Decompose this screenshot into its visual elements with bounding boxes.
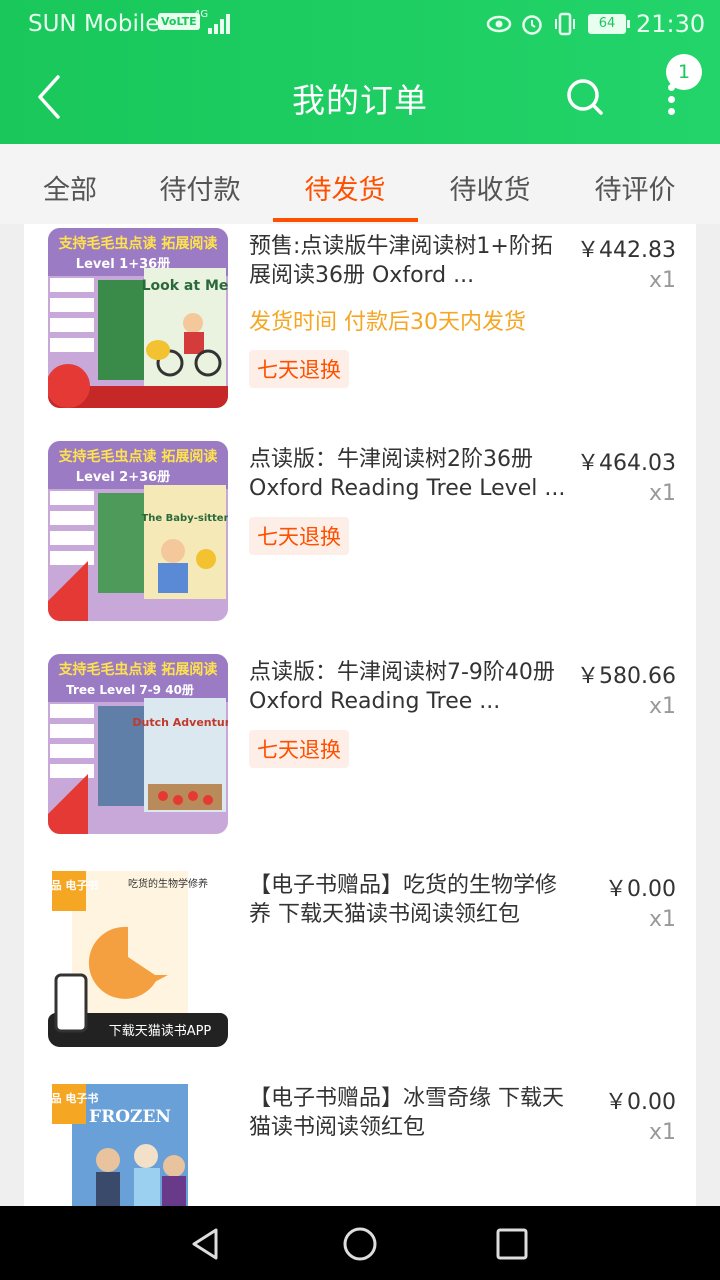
return-policy-tag: 七天退换 xyxy=(249,730,349,768)
product-thumbnail[interactable]: 支持毛毛虫点读 拓展阅读 Tree Level 7-9 40册 Dutch Ad… xyxy=(48,654,228,834)
signal-icon xyxy=(208,14,232,34)
list-item[interactable]: 支持毛毛虫点读 拓展阅读 Level 2+36册 The Baby-sitter… xyxy=(24,437,696,650)
app-header: SUN Mobile VoLTE 4G 64 21:30 我的订单 1 xyxy=(0,0,720,144)
list-item[interactable]: 支持毛毛虫点读 拓展阅读 Level 1+36册 Look at Me 预售:点… xyxy=(24,224,696,437)
shipping-note: 发货时间 付款后30天内发货 xyxy=(249,310,526,335)
thumb-badge: 赠品 电子书 xyxy=(48,878,98,892)
product-quantity: x1 xyxy=(648,907,676,932)
order-list: 支持毛毛虫点读 拓展阅读 Level 1+36册 Look at Me 预售:点… xyxy=(24,224,696,1206)
product-title[interactable]: 【电子书赠品】吃货的生物学修养 下载天猫读书阅读领红包 xyxy=(249,871,569,929)
product-quantity: x1 xyxy=(648,694,676,719)
product-thumbnail[interactable]: 支持毛毛虫点读 拓展阅读 Level 1+36册 Look at Me xyxy=(48,228,228,408)
product-quantity: x1 xyxy=(648,1120,676,1145)
page-title: 我的订单 xyxy=(292,81,428,120)
search-icon xyxy=(567,79,603,115)
product-title[interactable]: 点读版：牛津阅读树2阶36册 Oxford Reading Tree Level… xyxy=(249,445,569,503)
product-price: ￥0.00 xyxy=(605,877,676,902)
tab-pending-review[interactable]: 待评价 xyxy=(565,168,705,207)
network-type: 4G xyxy=(194,9,209,20)
active-tab-indicator xyxy=(273,218,418,222)
carrier-name: SUN Mobile xyxy=(28,11,160,37)
product-thumbnail[interactable]: 吃货的生物学修养 赠品 电子书 下载天猫读书APP xyxy=(48,867,228,1047)
thumb-book-title: The Baby-sitter xyxy=(141,513,228,524)
eye-icon xyxy=(486,15,512,33)
system-nav-bar xyxy=(0,1206,720,1280)
vibrate-icon xyxy=(555,12,575,36)
product-thumbnail[interactable]: FROZEN 赠品 电子书 xyxy=(48,1080,228,1206)
tab-pending-payment[interactable]: 待付款 xyxy=(130,168,270,207)
order-tabs: 全部 待付款 待发货 待收货 待评价 xyxy=(0,144,720,224)
thumb-badge: 赠品 电子书 xyxy=(48,1091,98,1105)
nav-home-icon[interactable] xyxy=(340,1224,380,1264)
product-thumbnail[interactable]: 支持毛毛虫点读 拓展阅读 Level 2+36册 The Baby-sitter xyxy=(48,441,228,621)
thumb-book-title: FROZEN xyxy=(89,1107,171,1127)
product-price: ￥580.66 xyxy=(577,664,676,689)
clock: 21:30 xyxy=(636,10,706,38)
return-policy-tag: 七天退换 xyxy=(249,350,349,388)
product-price: ￥442.83 xyxy=(577,238,676,263)
thumb-book-title: Look at Me xyxy=(142,278,228,294)
thumb-book-title: Dutch Adventure xyxy=(132,716,228,729)
product-quantity: x1 xyxy=(648,481,676,506)
notification-badge: 1 xyxy=(666,54,702,90)
list-item[interactable]: 吃货的生物学修养 赠品 电子书 下载天猫读书APP 【电子书赠品】吃货的生物学修… xyxy=(24,863,696,1076)
nav-back-icon[interactable] xyxy=(186,1224,226,1264)
thumb-book-title: 吃货的生物学修养 xyxy=(128,877,208,890)
order-info: 点读版：牛津阅读树7-9阶40册 Oxford Reading Tree ...… xyxy=(249,658,569,768)
battery-icon: 64 xyxy=(588,14,630,34)
thumb-banner: 支持毛毛虫点读 拓展阅读 xyxy=(58,235,218,252)
nav-recents-icon[interactable] xyxy=(492,1224,532,1264)
thumb-banner: 支持毛毛虫点读 拓展阅读 xyxy=(58,661,218,678)
thumb-footer: 下载天猫读书APP xyxy=(109,1024,212,1039)
tab-pending-shipment[interactable]: 待发货 xyxy=(275,168,415,207)
order-info: 预售:点读版牛津阅读树1+阶拓展阅读36册 Oxford ... 发货时间 付款… xyxy=(249,232,569,388)
order-info: 【电子书赠品】吃货的生物学修养 下载天猫读书阅读领红包 xyxy=(249,871,569,929)
list-item[interactable]: FROZEN 赠品 电子书 【电子书赠品】冰雪奇缘 下载天猫读书阅读领红包 ￥0… xyxy=(24,1076,696,1206)
thumb-level: Tree Level 7-9 40册 xyxy=(66,683,194,697)
status-bar: SUN Mobile VoLTE 4G 64 21:30 xyxy=(0,0,720,48)
search-button[interactable] xyxy=(564,76,606,118)
product-price: ￥464.03 xyxy=(577,451,676,476)
order-info: 点读版：牛津阅读树2阶36册 Oxford Reading Tree Level… xyxy=(249,445,569,555)
thumb-level: Level 2+36册 xyxy=(76,470,170,485)
tab-all[interactable]: 全部 xyxy=(0,168,140,207)
product-title[interactable]: 点读版：牛津阅读树7-9阶40册 Oxford Reading Tree ... xyxy=(249,658,569,716)
alarm-icon xyxy=(522,15,542,35)
product-price: ￥0.00 xyxy=(605,1090,676,1115)
return-policy-tag: 七天退换 xyxy=(249,517,349,555)
tab-pending-receipt[interactable]: 待收货 xyxy=(420,168,560,207)
product-title[interactable]: 预售:点读版牛津阅读树1+阶拓展阅读36册 Oxford ... xyxy=(249,232,569,290)
list-item[interactable]: 支持毛毛虫点读 拓展阅读 Tree Level 7-9 40册 Dutch Ad… xyxy=(24,650,696,863)
product-title[interactable]: 【电子书赠品】冰雪奇缘 下载天猫读书阅读领红包 xyxy=(249,1084,569,1142)
product-quantity: x1 xyxy=(648,268,676,293)
thumb-banner: 支持毛毛虫点读 拓展阅读 xyxy=(58,448,218,465)
order-info: 【电子书赠品】冰雪奇缘 下载天猫读书阅读领红包 xyxy=(249,1084,569,1142)
